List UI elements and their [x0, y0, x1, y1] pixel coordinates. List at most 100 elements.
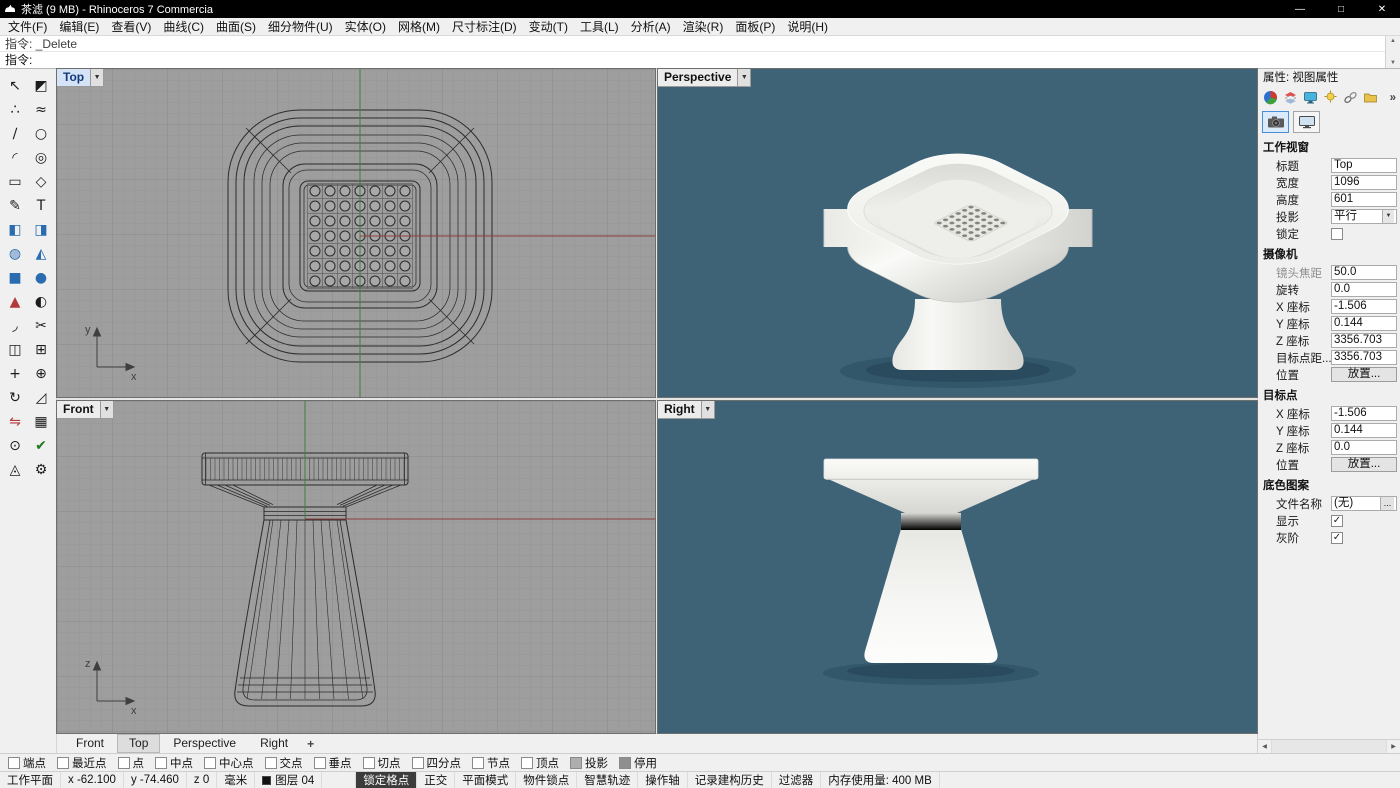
display-tab-icon[interactable] — [1302, 90, 1318, 106]
scroll-right-icon[interactable]: ▶ — [1386, 740, 1400, 753]
viewport-tab-top[interactable]: Top — [117, 734, 160, 753]
minimize-button[interactable]: — — [1282, 0, 1318, 18]
curve-tool-icon[interactable]: ≈ — [28, 98, 54, 121]
polygon-tool-icon[interactable]: ◇ — [28, 170, 54, 193]
viewport-title-tab-right[interactable]: Right ▼ — [658, 401, 715, 419]
property-value-field[interactable]: -1.506 — [1331, 406, 1397, 421]
osnap-item[interactable]: 交点 — [265, 755, 303, 771]
grid-snap-toggle[interactable]: 锁定格点 — [356, 772, 417, 788]
command-prompt-input[interactable]: 指令: — [0, 52, 1400, 68]
viewport-perspective[interactable]: Perspective ▼ — [658, 69, 1257, 397]
units[interactable]: 毫米 — [217, 772, 255, 788]
osnap-item[interactable]: 最近点 — [57, 755, 107, 771]
top-viewport-canvas[interactable]: y x — [57, 69, 655, 397]
osnap-checkbox[interactable] — [8, 757, 20, 769]
close-button[interactable]: ✕ — [1364, 0, 1400, 18]
filter-toggle[interactable]: 过滤器 — [772, 772, 822, 788]
osnap-item[interactable]: 垂点 — [314, 755, 352, 771]
panel-overflow-icon[interactable]: » — [1390, 92, 1396, 104]
trim-tool-icon[interactable]: ✂ — [28, 314, 54, 337]
viewport-title[interactable]: Front — [57, 401, 100, 418]
menu-item[interactable]: 尺寸标注(D) — [446, 17, 523, 36]
viewport-tab-perspective[interactable]: Perspective — [162, 735, 247, 752]
osnap-item[interactable]: 中点 — [155, 755, 193, 771]
viewport-title[interactable]: Right — [658, 401, 701, 418]
ortho-toggle[interactable]: 正交 — [417, 772, 455, 788]
maximize-button[interactable]: □ — [1323, 0, 1359, 18]
lasso-select-tool-icon[interactable]: ◩ — [28, 74, 54, 97]
boolean-tool-icon[interactable]: ◐ — [28, 290, 54, 313]
osnap-item[interactable]: 停用 — [619, 755, 657, 771]
folder-tab-icon[interactable] — [1362, 90, 1378, 106]
osnap-item[interactable]: 投影 — [570, 755, 608, 771]
viewport-properties-mode-button[interactable] — [1262, 111, 1289, 133]
osnap-item[interactable]: 顶点 — [521, 755, 559, 771]
menu-item[interactable]: 编辑(E) — [53, 17, 105, 36]
rectangle-tool-icon[interactable]: ▭ — [2, 170, 28, 193]
osnap-checkbox[interactable] — [570, 757, 582, 769]
split-tool-icon[interactable]: ◫ — [2, 338, 28, 361]
property-value-field[interactable]: Top — [1331, 158, 1397, 173]
osnap-item[interactable]: 端点 — [8, 755, 46, 771]
cplane-button[interactable]: 工作平面 — [0, 772, 61, 788]
viewport-title-tab-top[interactable]: Top ▼ — [57, 69, 104, 87]
property-checkbox[interactable]: ✓ — [1331, 532, 1343, 544]
osnap-toggle[interactable]: 物件锁点 — [516, 772, 577, 788]
property-value-field[interactable]: 0.144 — [1331, 316, 1397, 331]
menu-item[interactable]: 查看(V) — [105, 17, 157, 36]
viewport-tab-right[interactable]: Right — [249, 735, 299, 752]
gumball-tool-icon[interactable]: ⊙ — [2, 434, 28, 457]
property-value-field[interactable]: 3356.703 — [1331, 333, 1397, 348]
property-value-field[interactable]: 1096 — [1331, 175, 1397, 190]
scroll-left-icon[interactable]: ◀ — [1258, 740, 1272, 753]
osnap-item[interactable]: 点 — [118, 755, 145, 771]
analyze-tool-icon[interactable]: ◬ — [2, 458, 28, 481]
osnap-checkbox[interactable] — [619, 757, 631, 769]
display-properties-mode-button[interactable] — [1293, 111, 1320, 133]
viewport-front[interactable]: z x Front ▼ — [57, 401, 655, 733]
viewport-title[interactable]: Top — [57, 69, 90, 86]
history-toggle[interactable]: 记录建构历史 — [688, 772, 772, 788]
sphere-tool-icon[interactable]: ● — [28, 266, 54, 289]
lights-tab-icon[interactable] — [1322, 90, 1338, 106]
cursor-z[interactable]: z 0 — [187, 772, 217, 788]
rotate-tool-icon[interactable]: ↻ — [2, 386, 28, 409]
scroll-track[interactable] — [1272, 740, 1386, 753]
front-viewport-canvas[interactable]: z x — [57, 401, 655, 733]
menu-item[interactable]: 说明(H) — [781, 17, 834, 36]
gumball-toggle[interactable]: 操作轴 — [638, 772, 688, 788]
osnap-item[interactable]: 中心点 — [204, 755, 254, 771]
loft-surface-tool-icon[interactable]: ◨ — [28, 218, 54, 241]
layers-tab-icon[interactable] — [1282, 90, 1298, 106]
perspective-viewport-canvas[interactable] — [658, 69, 1257, 397]
curve-edit-tool-icon[interactable]: ✎ — [2, 194, 28, 217]
cursor-y[interactable]: y -74.460 — [124, 772, 187, 788]
ellipse-tool-icon[interactable]: ◎ — [28, 146, 54, 169]
property-value-field[interactable]: -1.506 — [1331, 299, 1397, 314]
menu-item[interactable]: 曲面(S) — [210, 17, 262, 36]
link-tab-icon[interactable] — [1342, 90, 1358, 106]
menu-item[interactable]: 渲染(R) — [677, 17, 730, 36]
osnap-checkbox[interactable] — [363, 757, 375, 769]
osnap-checkbox[interactable] — [412, 757, 424, 769]
menu-item[interactable]: 细分物件(U) — [262, 17, 339, 36]
menu-item[interactable]: 工具(L) — [574, 17, 625, 36]
osnap-item[interactable]: 节点 — [472, 755, 510, 771]
check-tool-icon[interactable]: ✔ — [28, 434, 54, 457]
cursor-x[interactable]: x -62.100 — [61, 772, 124, 788]
viewport-menu-arrow-icon[interactable]: ▼ — [701, 401, 714, 418]
command-scrollbar[interactable]: ▲ ▼ — [1385, 36, 1400, 68]
osnap-checkbox[interactable] — [265, 757, 277, 769]
property-value-field[interactable]: 0.144 — [1331, 423, 1397, 438]
move-tool-icon[interactable]: + — [2, 362, 28, 385]
add-viewport-tab-icon[interactable]: + — [301, 737, 320, 751]
scale-tool-icon[interactable]: ◿ — [28, 386, 54, 409]
circle-tool-icon[interactable]: ○ — [28, 122, 54, 145]
place-button[interactable]: 放置... — [1331, 367, 1397, 382]
viewport-tab-front[interactable]: Front — [65, 735, 115, 752]
osnap-checkbox[interactable] — [472, 757, 484, 769]
osnap-checkbox[interactable] — [57, 757, 69, 769]
panel-horizontal-scrollbar[interactable]: ◀ ▶ — [1258, 739, 1400, 753]
property-value-field[interactable]: 0.0 — [1331, 440, 1397, 455]
select-arrow-tool-icon[interactable]: ↖ — [2, 74, 28, 97]
